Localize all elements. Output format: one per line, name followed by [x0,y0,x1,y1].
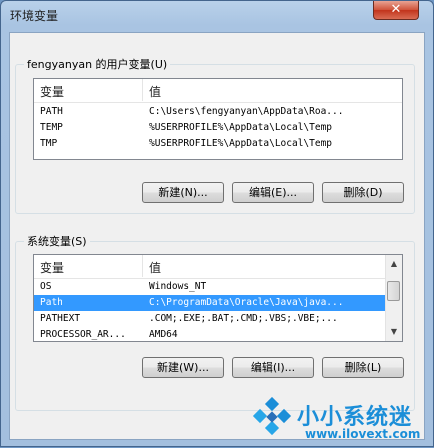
table-row[interactable]: TEMP %USERPROFILE%\AppData\Local\Temp [34,120,402,136]
close-button[interactable]: ✕ [373,1,419,20]
table-row[interactable]: PATHEXT .COM;.EXE;.BAT;.CMD;.VBS;.VBE;..… [34,311,385,327]
scroll-down-icon[interactable]: ▼ [388,325,400,339]
environment-variables-dialog: 环境变量 ✕ fengyanyan 的用户变量(U) 变量 值 PATH C:\… [0,0,434,447]
variable-value: %USERPROFILE%\AppData\Local\Temp [149,138,333,149]
variable-name: PATHEXT [40,313,81,324]
column-separator[interactable] [142,79,143,101]
table-row[interactable]: PATH C:\Users\fengyanyan\AppData\Roa... [34,104,402,120]
variable-name: OS [40,281,52,292]
variable-value: C:\Users\fengyanyan\AppData\Roa... [149,106,344,117]
variable-name: TEMP [40,122,63,133]
table-row-selected[interactable]: Path C:\ProgramData\Oracle\Java\java... [34,295,385,311]
variable-name: PATH [40,106,63,117]
title-bar[interactable]: 环境变量 ✕ [1,1,433,27]
watermark-logo-icon [252,397,292,436]
variable-name: PROCESSOR_AR... [40,329,126,340]
table-row[interactable]: PROCESSOR_AR... AMD64 [34,327,385,341]
scrollbar-thumb[interactable] [387,281,400,301]
variable-name: Path [40,297,63,308]
variable-value: Windows_NT [149,281,207,292]
table-row[interactable]: TMP %USERPROFILE%\AppData\Local\Temp [34,136,402,152]
user-delete-button[interactable]: 删除(D) [322,182,404,203]
system-delete-button[interactable]: 删除(L) [322,357,404,378]
column-header-value[interactable]: 值 [149,259,161,276]
user-variables-list[interactable]: 变量 值 PATH C:\Users\fengyanyan\AppData\Ro… [33,78,403,160]
variable-value: AMD64 [149,329,178,340]
system-new-button[interactable]: 新建(W)... [142,357,224,378]
system-variables-label: 系统变量(S) [24,233,90,249]
table-row[interactable]: OS Windows_NT [34,279,385,295]
variable-value: .COM;.EXE;.BAT;.CMD;.VBS;.VBE;... [149,313,338,324]
user-new-button[interactable]: 新建(N)... [142,182,224,203]
watermark: 小小系统迷 www.ilovext.com [247,395,434,448]
close-icon: ✕ [390,2,402,17]
column-header-variable[interactable]: 变量 [40,83,64,100]
vertical-scrollbar[interactable]: ▲ ▼ [385,255,402,341]
column-header-variable[interactable]: 变量 [40,259,64,276]
column-separator[interactable] [142,255,143,277]
user-edit-button[interactable]: 编辑(E)... [232,182,314,203]
list-header: 变量 值 [34,255,402,279]
list-header: 变量 值 [34,79,402,103]
variable-value: %USERPROFILE%\AppData\Local\Temp [149,122,333,133]
variable-name: TMP [40,138,58,149]
variable-value: C:\ProgramData\Oracle\Java\java... [149,297,344,308]
watermark-url: www.ilovext.com [305,427,421,441]
system-edit-button[interactable]: 编辑(I)... [232,357,314,378]
scroll-up-icon[interactable]: ▲ [388,257,400,271]
window-title: 环境变量 [10,9,59,23]
system-variables-list[interactable]: 变量 值 OS Windows_NT Path C:\ProgramData\O… [33,254,403,342]
column-header-value[interactable]: 值 [149,83,161,100]
user-variables-label: fengyanyan 的用户变量(U) [24,56,171,72]
